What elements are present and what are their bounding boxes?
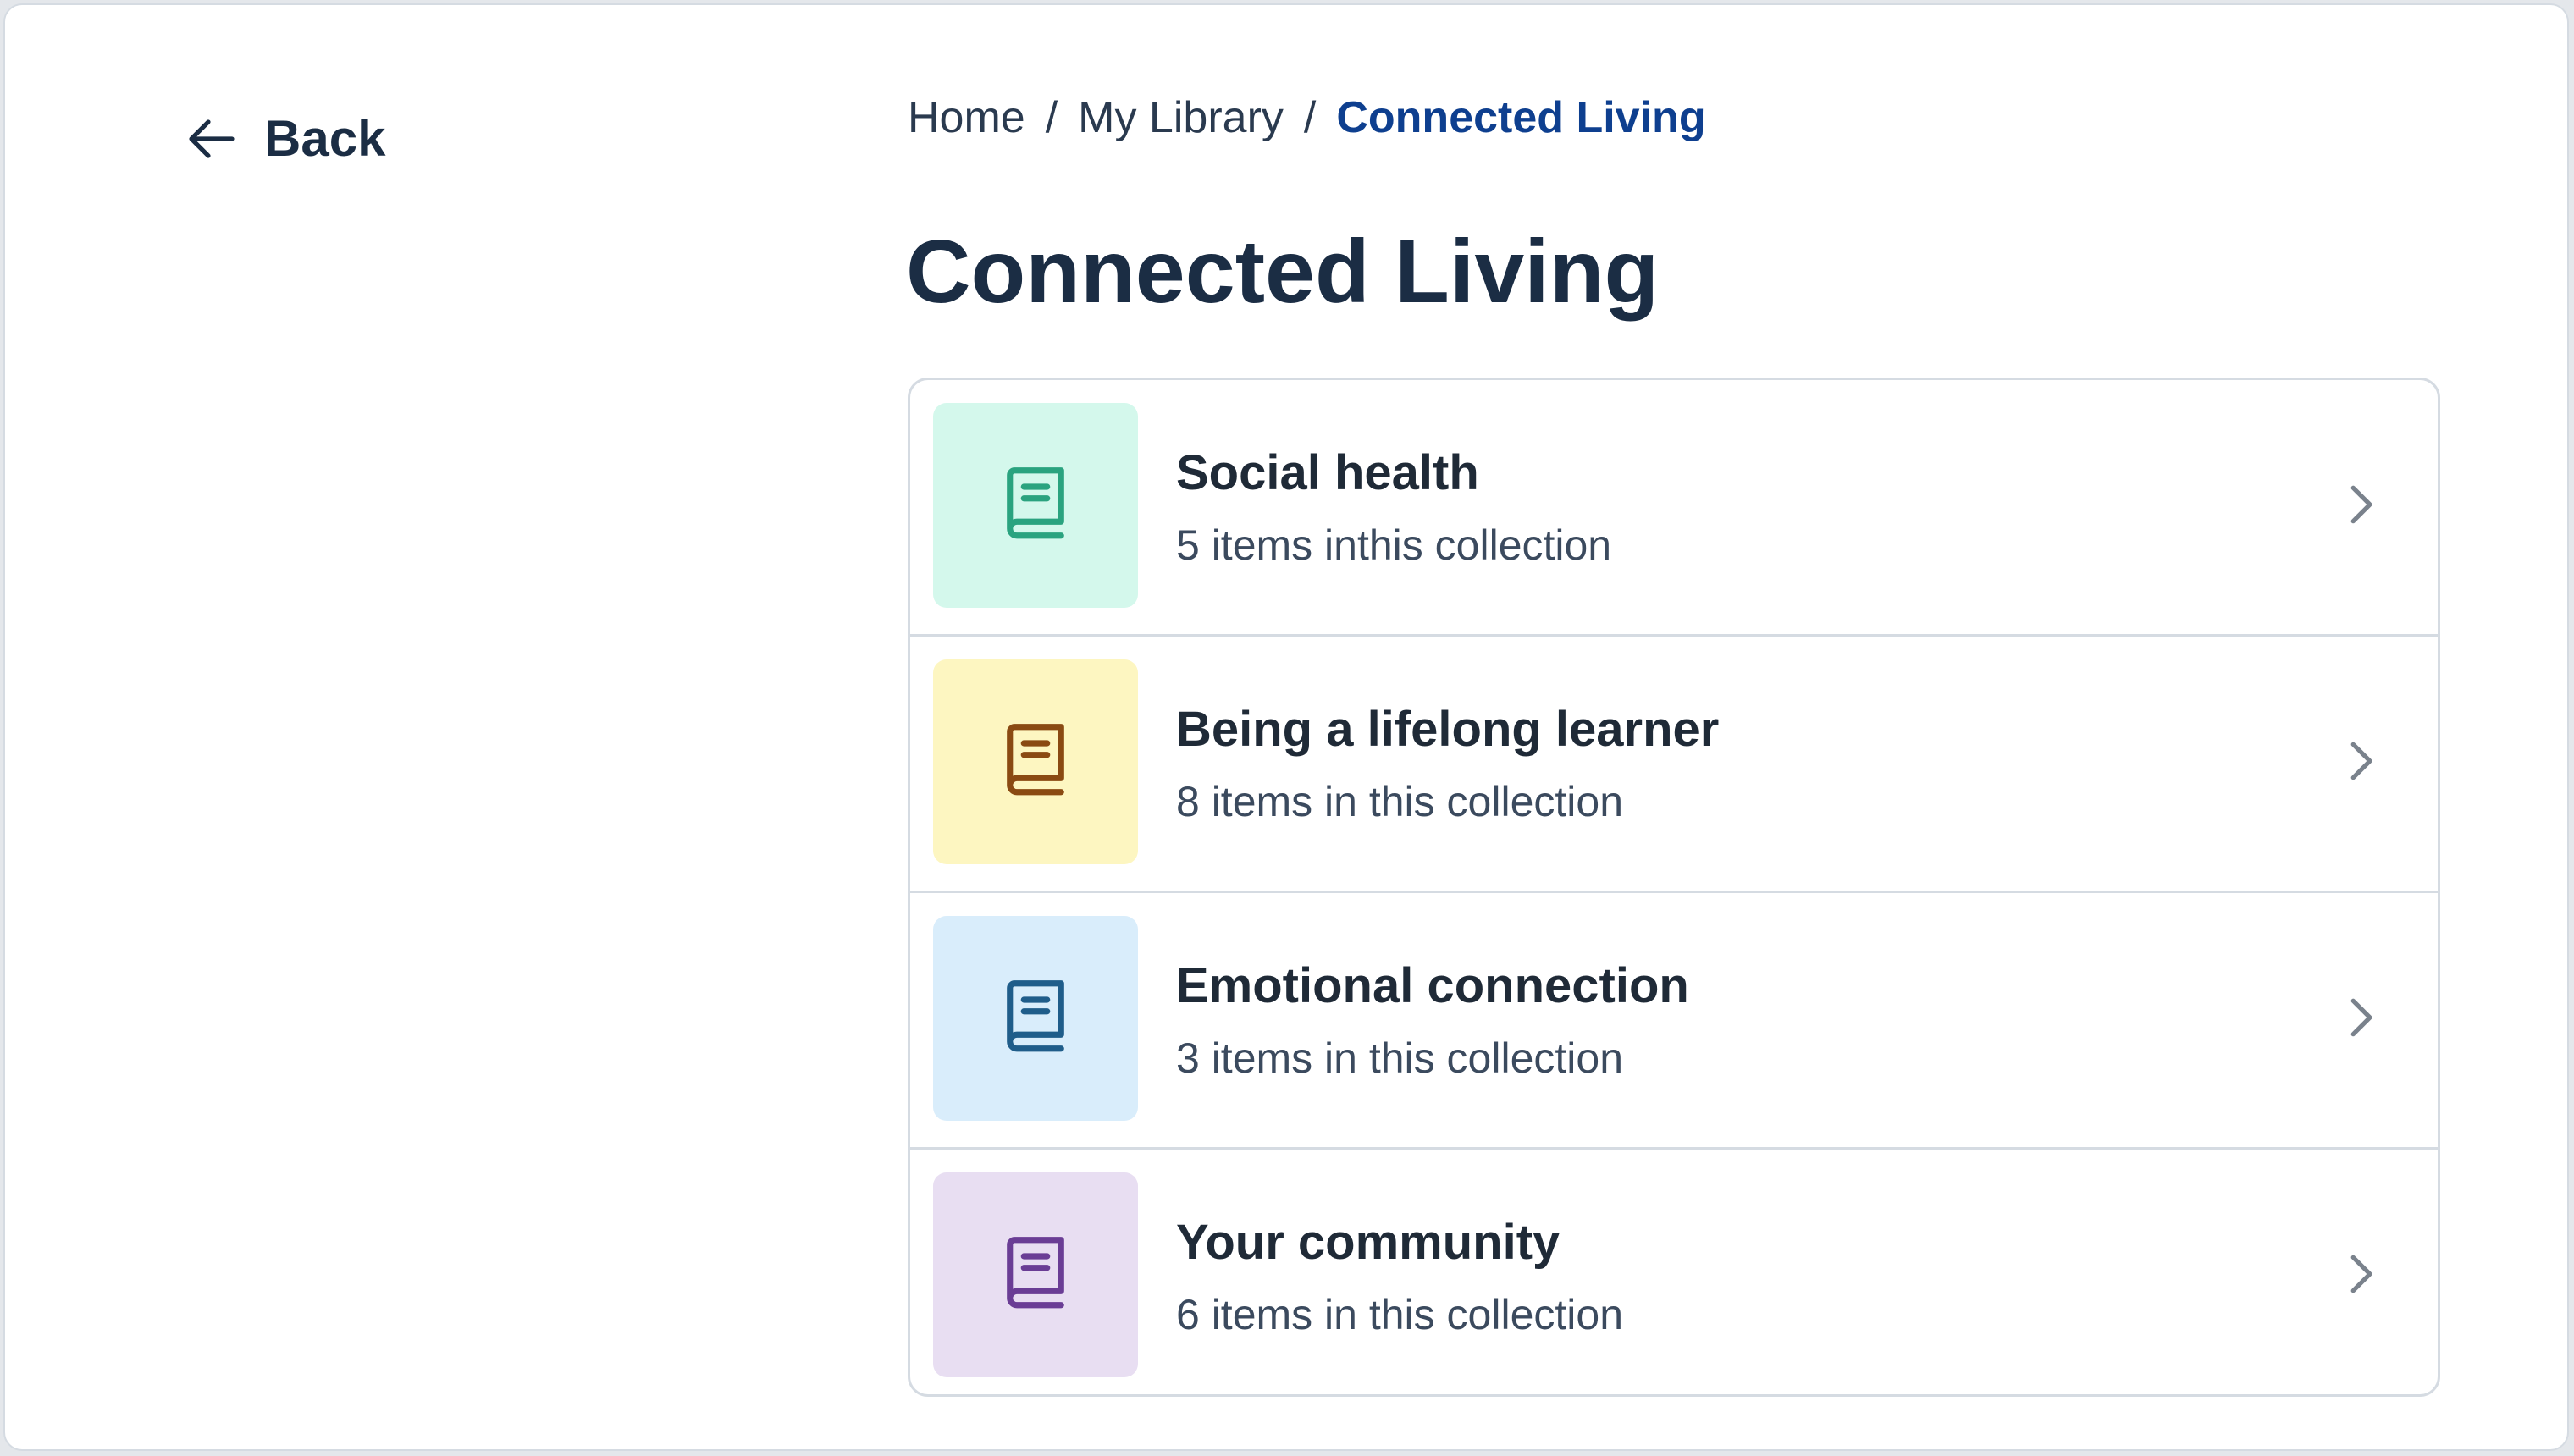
collection-count: 5 items inthis collection bbox=[1176, 521, 1612, 569]
chevron-right-icon bbox=[2350, 1255, 2372, 1293]
book-icon bbox=[1007, 467, 1064, 539]
collection-title: Your community bbox=[1176, 1215, 1560, 1270]
collection-text: Being a lifelong learner 8 items in this… bbox=[1176, 637, 1719, 891]
collection-item-your-community[interactable]: Your community 6 items in this collectio… bbox=[910, 1150, 2438, 1394]
collection-count: 3 items in this collection bbox=[1176, 1034, 1624, 1082]
collection-item-lifelong-learner[interactable]: Being a lifelong learner 8 items in this… bbox=[910, 637, 2438, 893]
collection-count: 6 items in this collection bbox=[1176, 1291, 1624, 1338]
collection-icon-tile bbox=[933, 403, 1138, 608]
chevron-right-icon bbox=[2350, 998, 2372, 1037]
chevron-right-icon bbox=[2350, 742, 2372, 780]
breadcrumb-current: Connected Living bbox=[1336, 93, 1706, 142]
collection-icon-tile bbox=[933, 1172, 1138, 1377]
book-icon bbox=[1007, 724, 1064, 796]
collection-icon-tile bbox=[933, 916, 1138, 1121]
breadcrumb: Home / My Library / Connected Living bbox=[908, 88, 1706, 147]
collection-list: Social health 5 items inthis collection … bbox=[908, 378, 2440, 1397]
collection-icon-tile bbox=[933, 659, 1138, 864]
app-window: Back Home / My Library / Connected Livin… bbox=[3, 3, 2569, 1451]
back-label: Back bbox=[264, 110, 386, 167]
collection-title: Being a lifelong learner bbox=[1176, 702, 1720, 757]
collection-item-emotional-connection[interactable]: Emotional connection 3 items in this col… bbox=[910, 893, 2438, 1150]
collection-item-social-health[interactable]: Social health 5 items inthis collection bbox=[910, 380, 2438, 637]
chevron-right-icon bbox=[2350, 485, 2372, 524]
back-button[interactable]: Back bbox=[185, 112, 385, 166]
collection-text: Emotional connection 3 items in this col… bbox=[1176, 893, 1689, 1147]
collection-text: Social health 5 items inthis collection bbox=[1176, 380, 1611, 634]
book-icon bbox=[1007, 1237, 1064, 1309]
collection-title: Social health bbox=[1176, 445, 1479, 500]
arrow-left-icon bbox=[189, 119, 235, 158]
page-title: Connected Living bbox=[906, 222, 1660, 322]
breadcrumb-my-library[interactable]: My Library bbox=[1078, 88, 1284, 147]
collection-count: 8 items in this collection bbox=[1176, 778, 1624, 825]
breadcrumb-separator: / bbox=[1045, 93, 1058, 142]
breadcrumb-home[interactable]: Home bbox=[908, 88, 1025, 147]
book-icon bbox=[1007, 980, 1064, 1052]
collection-title: Emotional connection bbox=[1176, 958, 1689, 1013]
collection-text: Your community 6 items in this collectio… bbox=[1176, 1150, 1624, 1394]
breadcrumb-separator: / bbox=[1303, 93, 1317, 142]
